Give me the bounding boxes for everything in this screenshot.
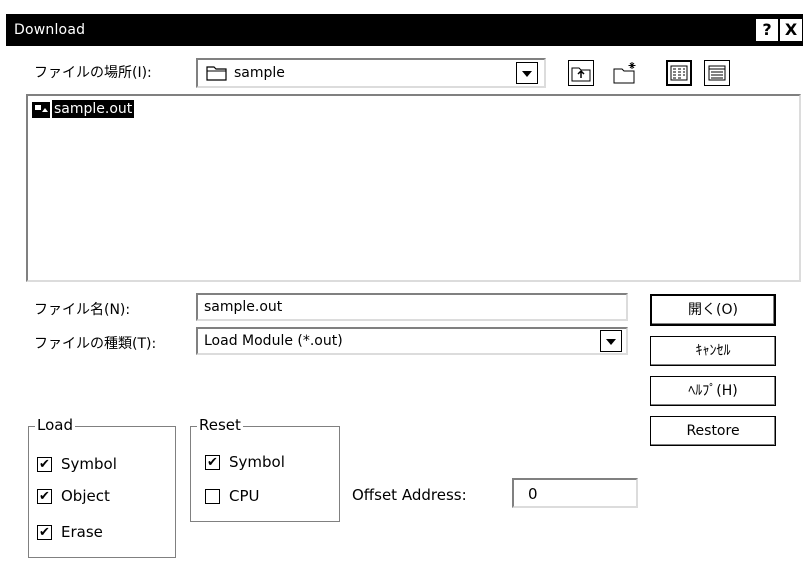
filetype-value: Load Module (*.out) [204,333,343,349]
filetype-label: ファイルの種類(T): [34,336,157,352]
filetype-select[interactable]: Load Module (*.out) [196,327,628,355]
load-group: Load ✔ Symbol ✔ Object ✔ Erase [28,416,176,558]
location-label: ファイルの場所(I): [34,65,152,81]
chevron-down-icon[interactable] [516,62,538,84]
checkbox-label: Erase [61,523,103,541]
reset-group-title: Reset [197,416,243,434]
filename-field[interactable]: sample.out [196,293,628,321]
up-folder-icon[interactable] [568,60,594,86]
offset-address-field[interactable]: 0 [512,478,638,508]
checkbox-checked-icon[interactable]: ✔ [37,525,52,540]
help-icon[interactable]: ? [756,19,778,41]
title-bar: Download ? X [6,14,803,46]
location-value: sample [234,65,285,81]
open-button[interactable]: 開く(O) [650,294,776,326]
file-icon [32,102,50,122]
new-folder-icon[interactable] [612,60,638,86]
file-list[interactable]: sample.out [26,94,801,282]
checkbox-label: CPU [229,487,260,505]
load-group-title: Load [35,416,75,434]
list-view-icon[interactable] [666,60,692,86]
checkbox-checked-icon[interactable]: ✔ [205,455,220,470]
checkbox-label: Symbol [61,455,117,473]
offset-address-value: 0 [528,485,538,503]
chevron-down-icon[interactable] [600,330,622,352]
checkbox-checked-icon[interactable]: ✔ [37,457,52,472]
cancel-button[interactable]: ｷｬﾝｾﾙ [650,336,776,366]
filename-label: ファイル名(N): [34,302,131,318]
checkbox-checked-icon[interactable]: ✔ [37,489,52,504]
help-button[interactable]: ﾍﾙﾌﾟ(H) [650,376,776,406]
reset-group: Reset ✔ Symbol CPU [190,416,340,522]
window-title: Download [14,22,86,38]
filename-value: sample.out [204,299,283,315]
checkbox-unchecked-icon[interactable] [205,489,220,504]
checkbox-label: Object [61,487,110,505]
folder-icon [206,63,228,85]
details-view-icon[interactable] [704,60,730,86]
restore-button[interactable]: Restore [650,416,776,446]
checkbox-label: Symbol [229,453,285,471]
offset-address-label: Offset Address: [352,486,467,504]
file-name: sample.out [52,100,135,118]
close-icon[interactable]: X [780,19,802,41]
location-combobox[interactable]: sample [196,58,546,88]
